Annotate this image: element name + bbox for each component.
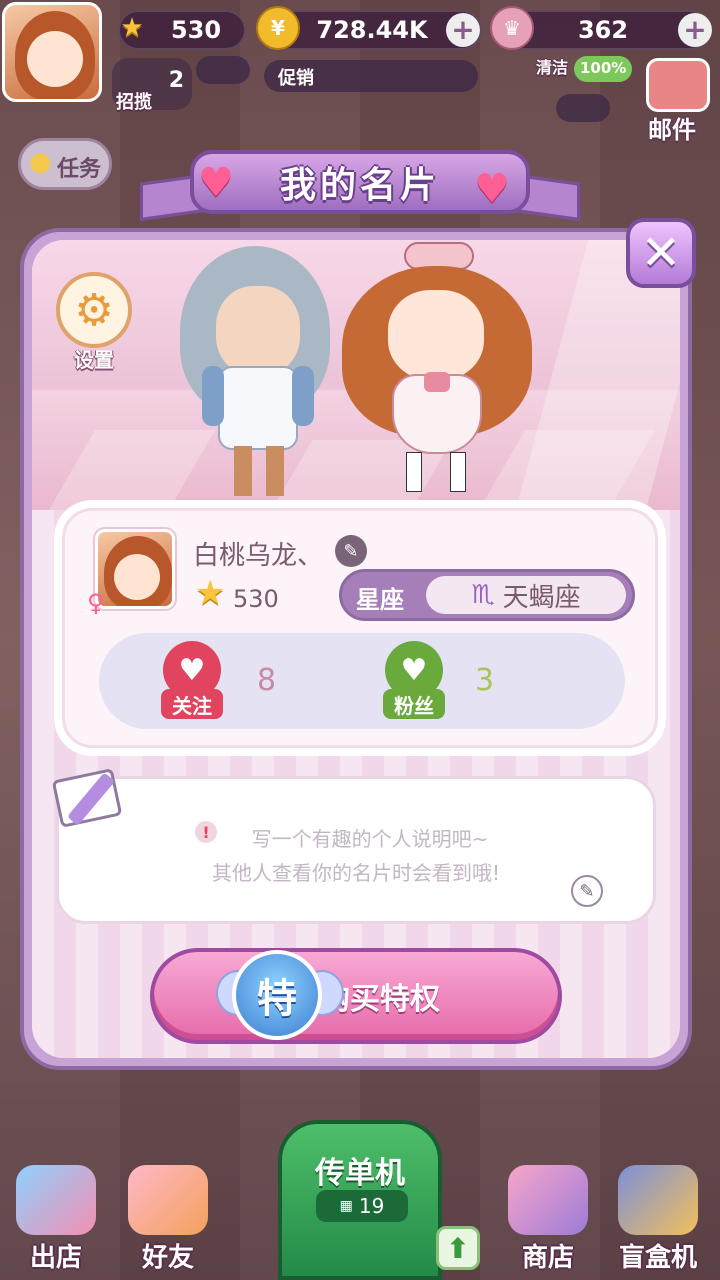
settings-label[interactable]: 设置 [56,344,132,373]
fans-count: 3 [475,663,495,698]
fans-label: 粉丝 [394,693,434,718]
task-label: 任务 [57,157,102,182]
profile-stars: 530 [233,585,279,613]
add-crowns-button[interactable]: + [678,13,712,47]
star-icon: ★ [120,13,144,43]
character-female-avatar [332,242,542,496]
edit-bio-icon[interactable]: ✎ [571,875,603,907]
nav-blind-box[interactable]: 盲盒机 [608,1164,708,1274]
bio-placeholder-line1: 写一个有趣的个人说明吧~ [251,827,489,851]
arrow-up-icon: ⬆ [446,1231,470,1265]
star-icon-profile: ★ [195,573,226,613]
follow-count: 8 [257,663,277,698]
close-icon: ✕ [640,225,682,281]
gender-female-icon: ♀ [87,589,105,617]
zodiac-label: 星座 [356,586,404,614]
character-scene [32,240,680,510]
bulb-icon: ● [29,147,52,177]
crowns-value: 362 [577,16,629,44]
follow-tag[interactable]: 关注 [161,689,223,719]
recruit-count: 2 [168,68,184,93]
chat-bubble-icon-right[interactable] [556,94,610,122]
nav-shop-label: 商店 [521,1243,574,1273]
player-name: 白桃乌龙、 [193,541,324,571]
zodiac-value: 天蝎座 [502,582,581,613]
friends-icon [128,1165,208,1235]
promo-label: 促销 [278,68,314,89]
profile-info-card: ♀ 白桃乌龙、 ✎ ★ 530 星座 ♏ 天蝎座 ♥ 关注 8 ♥ 粉丝 3 [62,508,658,748]
nav-exit-store[interactable]: 出店 [6,1164,106,1274]
upgrade-arrow-button[interactable]: ⬆ [436,1226,480,1270]
clean-value: 100% [580,59,627,77]
modal-title: 我的名片 [279,165,440,206]
task-button[interactable]: ● 任务 [18,138,112,190]
social-stats: ♥ 关注 8 ♥ 粉丝 3 [99,633,625,729]
mail-label[interactable]: 邮件 [648,110,696,145]
store-icon: ▦ [339,1198,353,1214]
nav-blind-box-label: 盲盒机 [618,1243,697,1273]
stars-value: 530 [170,16,222,44]
zodiac-field[interactable]: 星座 ♏ 天蝎座 [339,569,635,621]
mail-icon[interactable] [646,58,710,112]
shop-icon [508,1165,588,1235]
edit-name-icon[interactable]: ✎ [335,535,367,567]
follow-label: 关注 [172,693,212,718]
flyer-count-badge: ▦ 19 [316,1190,408,1222]
coin-icon: ¥ [256,6,300,50]
nav-friends[interactable]: 好友 [118,1164,218,1274]
buy-privilege-button[interactable]: 购买特权 [150,948,562,1044]
flyer-label: 传单机 [315,1156,405,1191]
crown-icon: ♛ [490,6,534,50]
character-male-avatar [172,246,342,496]
flyer-machine-button[interactable]: 传单机 ▦ 19 [278,1120,442,1280]
coins-value: 728.44K [316,16,428,44]
fans-tag[interactable]: 粉丝 [383,689,445,719]
chat-bubble-icon[interactable] [196,56,250,84]
heart-icon-left: ♥ [198,160,234,206]
recruit-label: 招揽 [116,92,152,113]
close-button[interactable]: ✕ [626,218,696,288]
clean-meter: 100% [574,56,632,82]
clean-label: 清洁 [536,58,569,77]
blind-box-machine-icon [618,1165,698,1235]
add-coins-button[interactable]: + [446,13,480,47]
zodiac-value-box: ♏ 天蝎座 [426,576,626,614]
nav-shop[interactable]: 商店 [498,1164,598,1274]
player-avatar[interactable] [2,2,102,102]
nav-exit-label: 出店 [29,1243,82,1273]
bio-textbox[interactable]: ! 写一个有趣的个人说明吧~ 其他人查看你的名片时会看到哦! ✎ [56,776,656,924]
bio-placeholder-line2: 其他人查看你的名片时会看到哦! [211,861,501,885]
privilege-badge-text: 特 [257,976,297,1022]
promo-bar[interactable]: 促销 [264,60,478,92]
settings-button[interactable]: ⚙ [56,272,132,348]
heart-icon-right: ♥ [474,166,510,212]
gear-icon: ⚙ [74,284,114,336]
balloons-icon [16,1165,96,1235]
profile-avatar [95,529,175,609]
scorpio-icon: ♏ [471,580,495,610]
privilege-badge-icon: 特 [232,950,322,1040]
nav-friends-label: 好友 [141,1243,194,1273]
flyer-count: 19 [358,1194,385,1218]
